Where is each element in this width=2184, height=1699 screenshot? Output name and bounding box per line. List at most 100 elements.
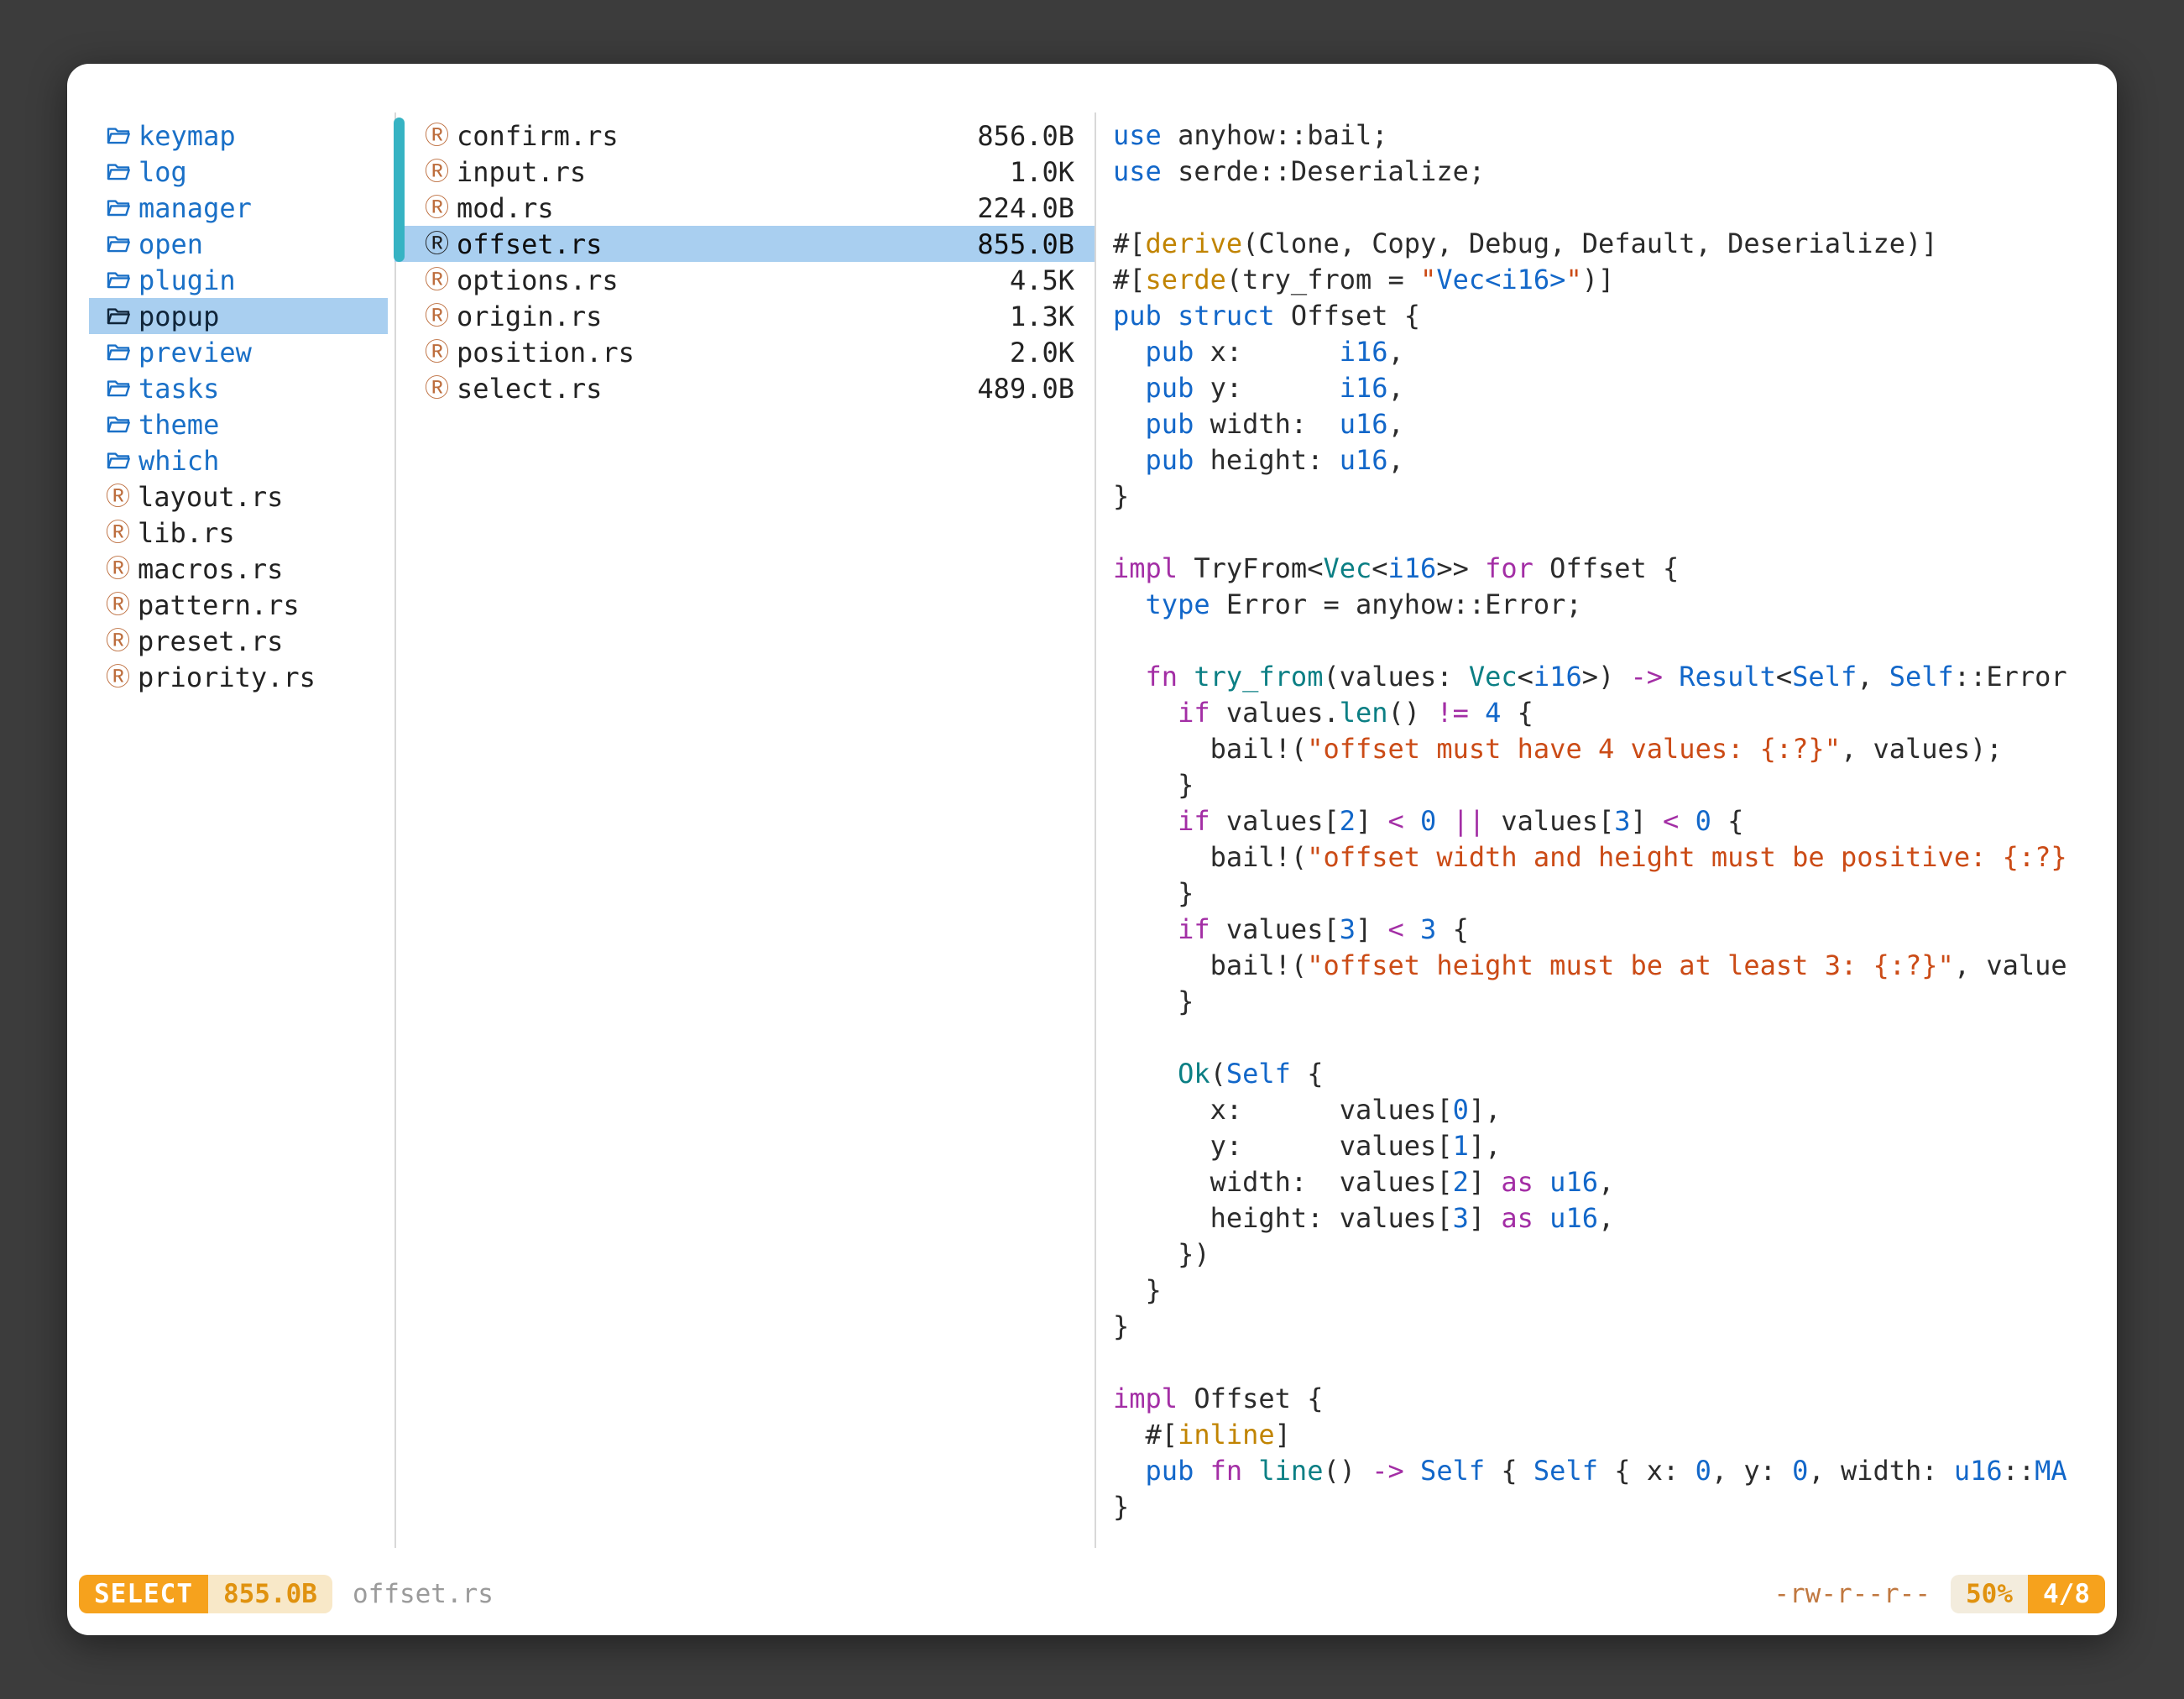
code-line: pub x: i16,	[1113, 334, 2117, 370]
file-name: position.rs	[457, 337, 1002, 369]
file-permissions: -rw-r--r--	[1774, 1579, 1931, 1609]
code-line: }	[1113, 1273, 2117, 1309]
code-line: if values.len() != 4 {	[1113, 695, 2117, 731]
file-name: mod.rs	[457, 192, 969, 224]
file-size: 224.0B	[977, 192, 1074, 224]
rust-file-icon: Ⓡ	[425, 159, 449, 184]
sidebar-item-keymap[interactable]: keymap	[89, 118, 388, 154]
file-size: 1.0K	[1010, 156, 1074, 188]
item-label: log	[138, 156, 187, 188]
code-line: y: values[1],	[1113, 1128, 2117, 1164]
file-row-input-rs[interactable]: Ⓡinput.rs1.0K	[394, 154, 1095, 190]
code-line: type Error = anyhow::Error;	[1113, 587, 2117, 623]
file-size: 4.5K	[1010, 264, 1074, 296]
open-folder-icon	[106, 159, 131, 185]
file-row-mod-rs[interactable]: Ⓡmod.rs224.0B	[394, 190, 1095, 226]
rust-file-icon: Ⓡ	[425, 123, 449, 148]
sidebar-item-popup[interactable]: popup	[89, 298, 388, 334]
rust-file-icon: Ⓡ	[106, 665, 130, 689]
code-line: #[derive(Clone, Copy, Debug, Default, De…	[1113, 226, 2117, 262]
sidebar-item-priority-rs[interactable]: Ⓡpriority.rs	[89, 659, 388, 695]
code-line: }	[1113, 1489, 2117, 1524]
sidebar-item-tasks[interactable]: tasks	[89, 370, 388, 406]
status-bar: SELECT 855.0B offset.rs -rw-r--r-- 50% 4…	[79, 1575, 2105, 1613]
code-line: if values[3] < 3 {	[1113, 912, 2117, 948]
open-folder-icon	[106, 232, 131, 257]
sidebar-item-log[interactable]: log	[89, 154, 388, 190]
sidebar-item-plugin[interactable]: plugin	[89, 262, 388, 298]
file-size: 855.0B	[977, 228, 1074, 260]
code-line: pub struct Offset {	[1113, 298, 2117, 334]
sidebar-item-lib-rs[interactable]: Ⓡlib.rs	[89, 515, 388, 551]
code-line	[1113, 1345, 2117, 1381]
code-line: impl TryFrom<Vec<i16>> for Offset {	[1113, 551, 2117, 587]
code-line: pub height: u16,	[1113, 442, 2117, 478]
code-line: use serde::Deserialize;	[1113, 154, 2117, 190]
file-row-confirm-rs[interactable]: Ⓡconfirm.rs856.0B	[394, 118, 1095, 154]
rust-file-icon: Ⓡ	[106, 629, 130, 653]
code-line: pub fn line() -> Self { Self { x: 0, y: …	[1113, 1453, 2117, 1489]
sidebar-item-layout-rs[interactable]: Ⓡlayout.rs	[89, 478, 388, 515]
code-line: if values[2] < 0 || values[3] < 0 {	[1113, 803, 2117, 839]
code-line: Ok(Self {	[1113, 1056, 2117, 1092]
file-row-position-rs[interactable]: Ⓡposition.rs2.0K	[394, 334, 1095, 370]
item-label: tasks	[138, 373, 219, 405]
item-label: pattern.rs	[138, 589, 300, 621]
file-size: 489.0B	[977, 373, 1074, 405]
sidebar-item-preset-rs[interactable]: Ⓡpreset.rs	[89, 623, 388, 659]
sidebar-item-open[interactable]: open	[89, 226, 388, 262]
sidebar-item-theme[interactable]: theme	[89, 406, 388, 442]
code-line	[1113, 190, 2117, 226]
file-name: input.rs	[457, 156, 1002, 188]
file-name: select.rs	[457, 373, 969, 405]
code-line: height: values[3] as u16,	[1113, 1200, 2117, 1236]
file-name: offset.rs	[457, 228, 969, 260]
sidebar-item-macros-rs[interactable]: Ⓡmacros.rs	[89, 551, 388, 587]
rust-file-icon: Ⓡ	[425, 304, 449, 328]
file-size-badge: 855.0B	[208, 1575, 332, 1613]
item-label: manager	[138, 192, 252, 224]
code-line	[1113, 515, 2117, 551]
code-line	[1113, 623, 2117, 659]
open-folder-icon	[106, 304, 131, 329]
file-row-offset-rs[interactable]: Ⓡoffset.rs855.0B	[394, 226, 1095, 262]
code-line: }	[1113, 767, 2117, 803]
file-row-select-rs[interactable]: Ⓡselect.rs489.0B	[394, 370, 1095, 406]
sidebar-item-which[interactable]: which	[89, 442, 388, 478]
open-folder-icon	[106, 123, 131, 149]
code-line: impl Offset {	[1113, 1381, 2117, 1417]
sidebar-item-pattern-rs[interactable]: Ⓡpattern.rs	[89, 587, 388, 623]
file-row-origin-rs[interactable]: Ⓡorigin.rs1.3K	[394, 298, 1095, 334]
item-label: theme	[138, 409, 219, 441]
code-line: x: values[0],	[1113, 1092, 2117, 1128]
rust-file-icon: Ⓡ	[425, 340, 449, 364]
code-line: bail!("offset height must be at least 3:…	[1113, 948, 2117, 984]
mode-badge: SELECT	[79, 1575, 208, 1613]
rust-file-icon: Ⓡ	[106, 484, 130, 509]
file-name: options.rs	[457, 264, 1002, 296]
open-folder-icon	[106, 376, 131, 401]
open-folder-icon	[106, 268, 131, 293]
file-row-options-rs[interactable]: Ⓡoptions.rs4.5K	[394, 262, 1095, 298]
code-line: bail!("offset width and height must be p…	[1113, 839, 2117, 876]
rust-file-icon: Ⓡ	[425, 196, 449, 220]
item-label: popup	[138, 301, 219, 332]
file-name: origin.rs	[457, 301, 1002, 332]
rust-file-icon: Ⓡ	[106, 593, 130, 617]
file-manager-window: keymaplog manageropenpluginpopuppreviewta…	[67, 64, 2117, 1635]
code-line: }	[1113, 478, 2117, 515]
sidebar-item-preview[interactable]: preview	[89, 334, 388, 370]
scroll-percent-badge: 50%	[1951, 1575, 2028, 1613]
item-label: layout.rs	[138, 481, 283, 513]
pane-scroll-marker	[394, 118, 405, 262]
current-pane: Ⓡconfirm.rs856.0BⓇinput.rs1.0KⓇmod.rs224…	[394, 64, 1095, 1524]
rust-file-icon: Ⓡ	[425, 232, 449, 256]
item-label: preset.rs	[138, 625, 283, 657]
rust-file-icon: Ⓡ	[425, 376, 449, 400]
code-line: }	[1113, 1309, 2117, 1345]
code-line: #[serde(try_from = "Vec<i16>")]	[1113, 262, 2117, 298]
cursor-position-badge: 4/8	[2028, 1575, 2105, 1613]
code-line: fn try_from(values: Vec<i16>) -> Result<…	[1113, 659, 2117, 695]
open-folder-icon	[106, 340, 131, 365]
sidebar-item-manager[interactable]: manager	[89, 190, 388, 226]
